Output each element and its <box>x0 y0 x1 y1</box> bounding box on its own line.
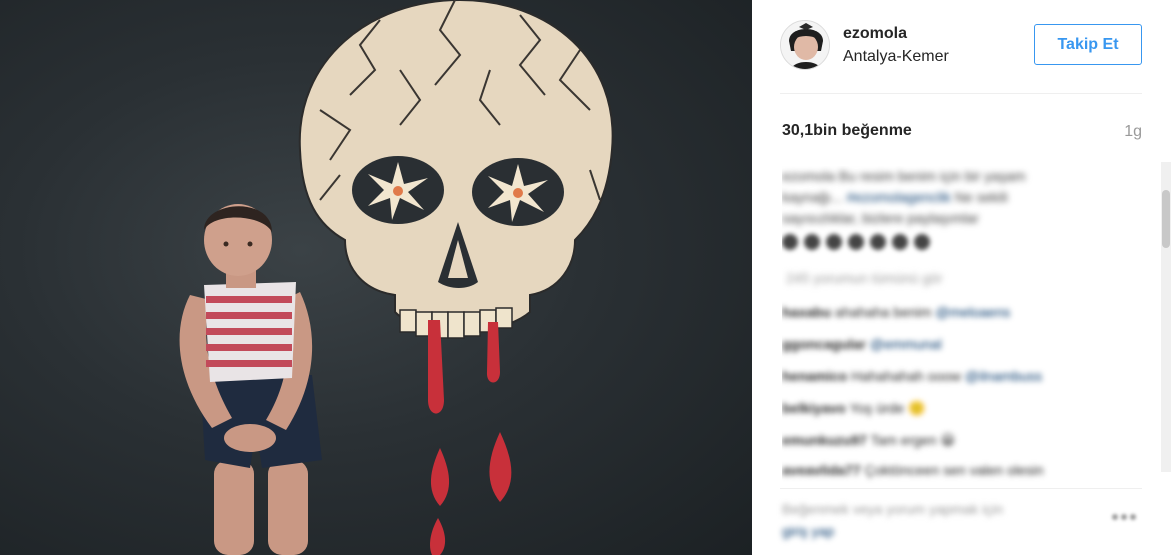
hashtag-link[interactable]: #ezomolagenclik <box>847 189 951 205</box>
footer-divider <box>780 488 1142 489</box>
comment-user[interactable]: aveavlida77 <box>782 462 861 478</box>
emoji-icon <box>782 234 798 250</box>
caption: ezomola Bu resim benim için bir yaşam ka… <box>782 166 1026 229</box>
comment-user[interactable]: emunkuzu97 <box>782 432 867 448</box>
comment-user[interactable]: ggoncagular <box>782 336 866 352</box>
follow-button[interactable]: Takip Et <box>1034 24 1142 65</box>
header-divider <box>780 93 1142 94</box>
login-prompt: Beğenmek veya yorum yapmak için giriş ya… <box>782 498 1003 542</box>
comment: ggoncagular @emmunal <box>782 336 942 352</box>
emoji-icon <box>804 234 820 250</box>
emoji-icon <box>870 234 886 250</box>
post-photo[interactable] <box>0 0 752 555</box>
username[interactable]: ezomola <box>843 25 907 43</box>
comment: emunkuzu97 Tam ergen 😀 <box>782 432 955 449</box>
instagram-post: ezomola Antalya-Kemer Takip Et 30,1bin b… <box>0 0 1171 555</box>
comment-user[interactable]: henamico <box>782 368 847 384</box>
comment: belkiyavo Yoş ürde 🙂 <box>782 400 926 417</box>
avatar[interactable] <box>780 20 830 70</box>
scrollbar-thumb[interactable] <box>1162 190 1170 248</box>
emoji-icon <box>914 234 930 250</box>
emoji-icon <box>848 234 864 250</box>
caption-emoji-row <box>782 234 972 250</box>
comment-mention[interactable]: @emmunal <box>870 336 942 352</box>
location[interactable]: Antalya-Kemer <box>843 48 949 66</box>
emoji-icon <box>892 234 908 250</box>
comment-text: Hahahahah ooow <box>851 368 965 384</box>
comments-section: ezomola Bu resim benim için bir yaşam ka… <box>782 166 1127 486</box>
avatar-image <box>781 21 829 69</box>
login-link[interactable]: giriş yap <box>782 520 1003 542</box>
comment: aveavlida77 Çoktönceen sen valen olesin <box>782 462 1044 478</box>
comment: haxabu ahahaha benim @meloaens <box>782 304 1010 320</box>
comment-text: Tam ergen 😀 <box>870 432 956 448</box>
more-options-icon[interactable] <box>1112 507 1144 521</box>
caption-line: sayısızlıklar, bizlere paylaşımlar <box>782 210 979 226</box>
caption-text: Ne sekili <box>950 189 1008 205</box>
caption-line: kaynağı... #ezomolagenclik Ne sekili <box>782 187 1026 208</box>
emoji-icon <box>826 234 842 250</box>
post-side-panel: ezomola Antalya-Kemer Takip Et 30,1bin b… <box>752 0 1171 555</box>
load-more-comments[interactable]: 245 yorumun tümünü gör <box>786 270 942 286</box>
comment-user[interactable]: haxabu <box>782 304 831 320</box>
comments-scrollbar[interactable] <box>1161 162 1171 472</box>
comment-text: Yoş ürde 🙂 <box>849 400 926 416</box>
caption-text: kaynağı... <box>782 189 847 205</box>
comment-mention[interactable]: @meloaens <box>935 304 1010 320</box>
post-header: ezomola Antalya-Kemer Takip Et <box>780 18 1142 74</box>
comment-text: Çoktönceen sen valen olesin <box>864 462 1044 478</box>
comment: henamico Hahahahah ooow @ilnambuss <box>782 368 1042 384</box>
likes-count[interactable]: 30,1bin beğenme <box>782 122 912 140</box>
comment-text: ahahaha benim <box>834 304 936 320</box>
login-prompt-text: Beğenmek veya yorum yapmak için <box>782 501 1003 517</box>
photo-illustration <box>179 0 614 555</box>
comment-mention[interactable]: @ilnambuss <box>965 368 1042 384</box>
comment-user[interactable]: belkiyavo <box>782 400 846 416</box>
caption-line: ezomola Bu resim benim için bir yaşam <box>782 168 1026 184</box>
post-time[interactable]: 1g <box>1124 123 1142 141</box>
